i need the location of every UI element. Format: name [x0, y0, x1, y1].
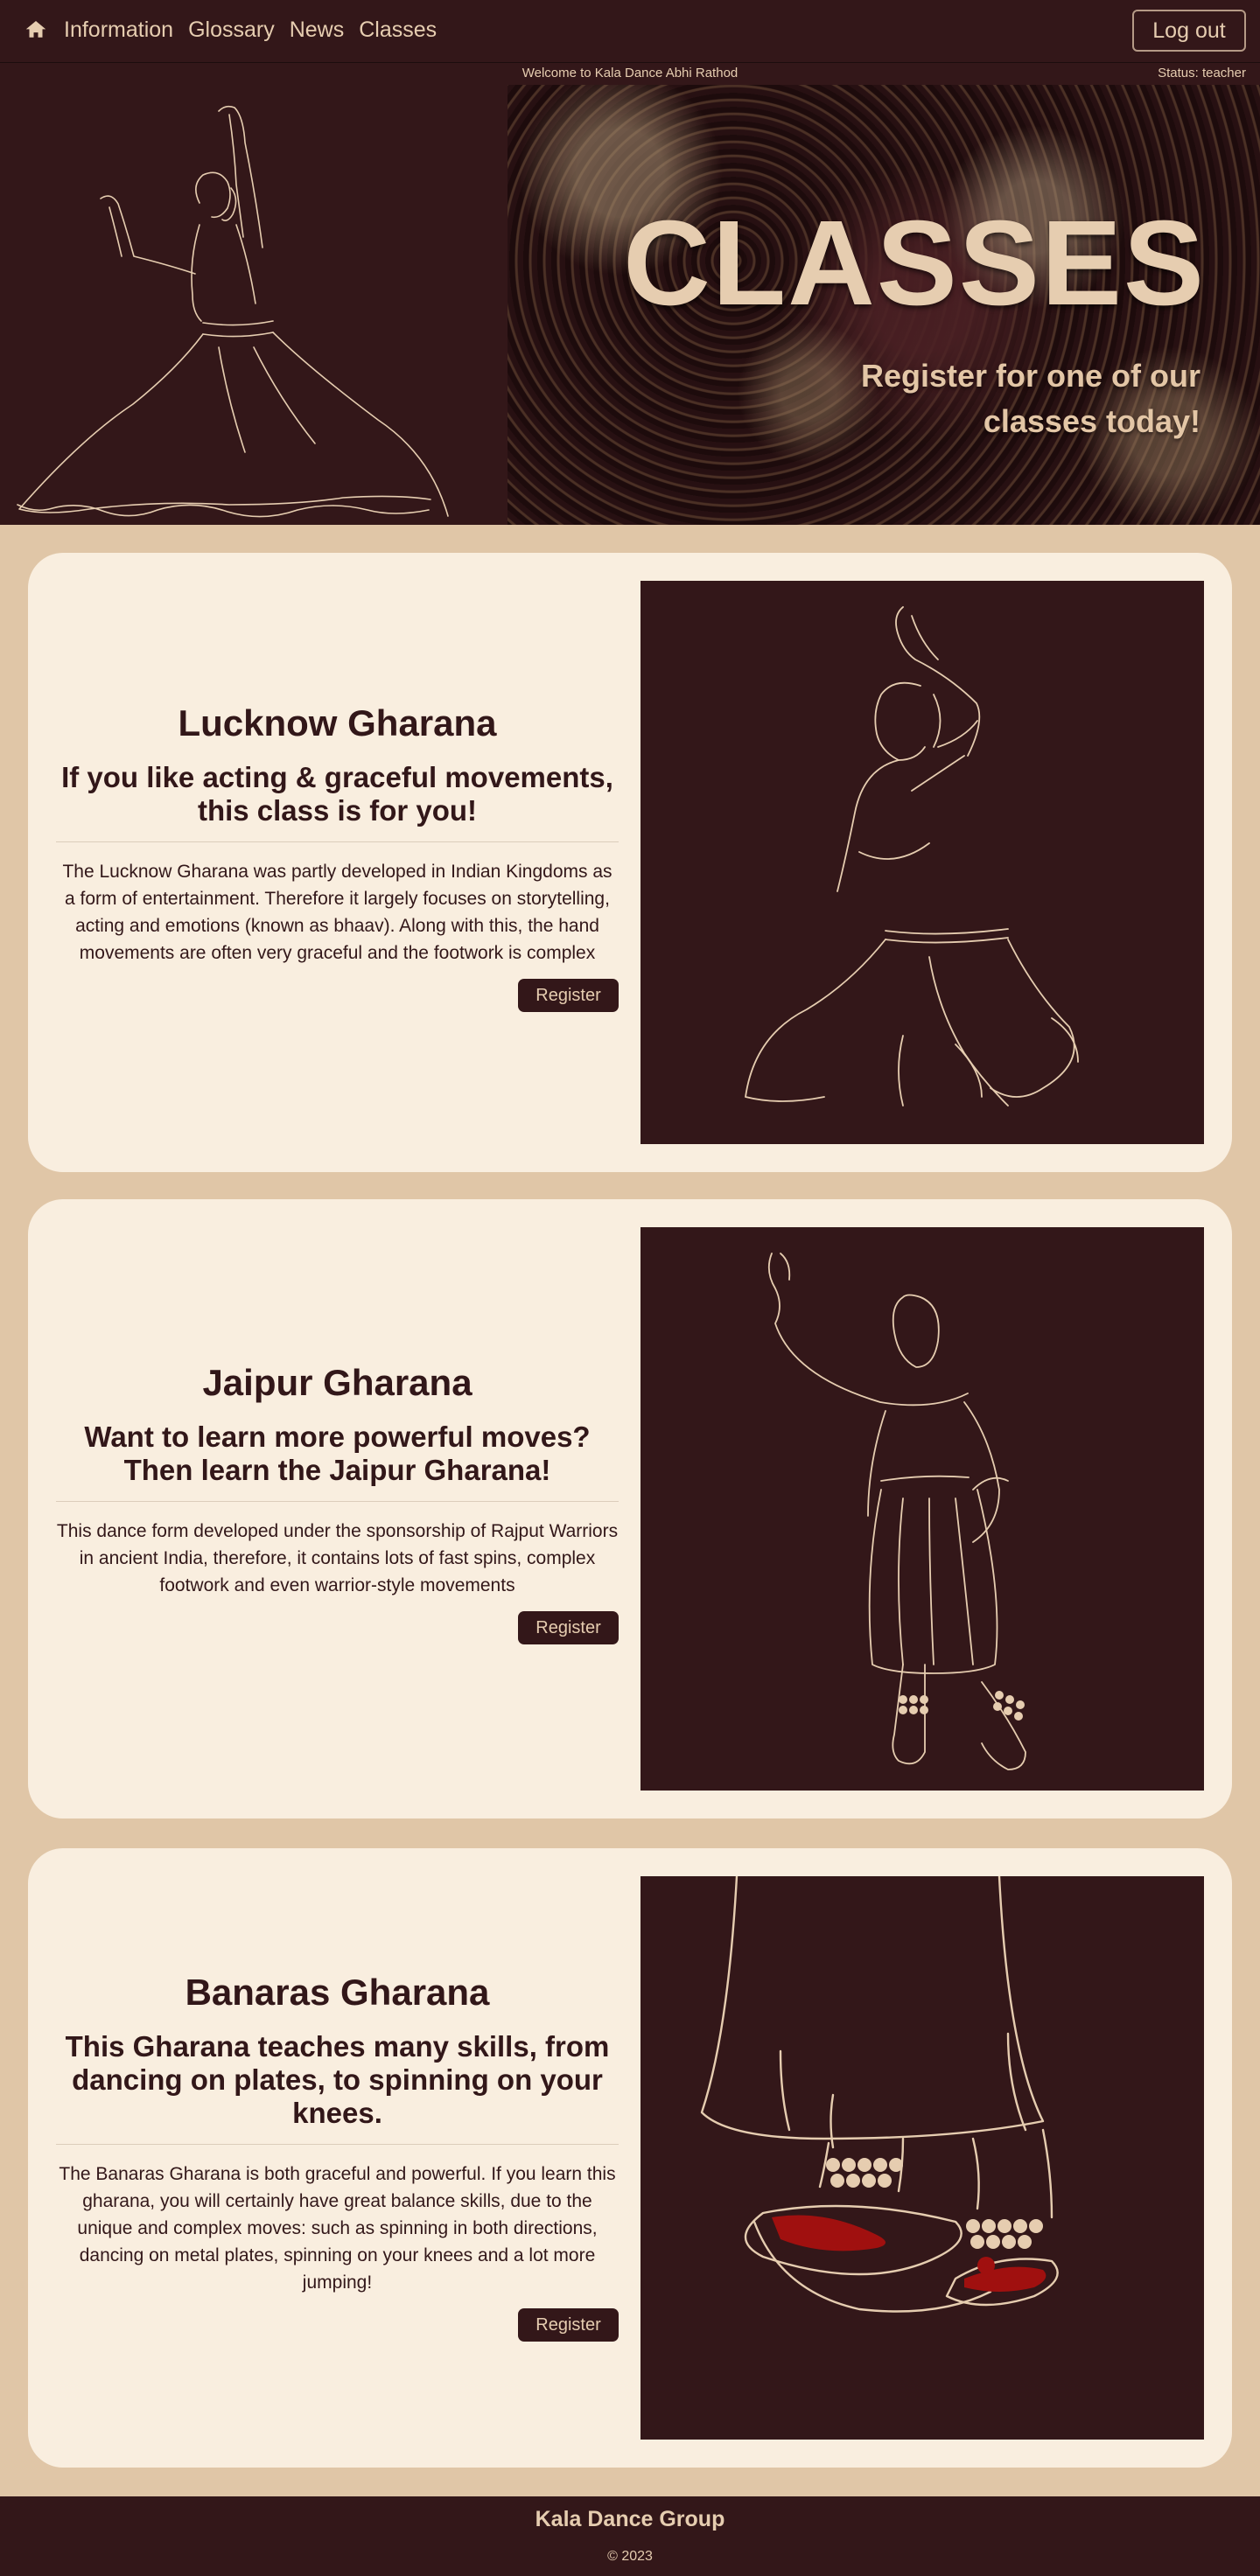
- nav-link-classes[interactable]: Classes: [359, 16, 437, 44]
- register-button[interactable]: Register: [518, 979, 619, 1012]
- class-tagline: Want to learn more powerful moves? Then …: [84, 1421, 591, 1486]
- class-card-banaras: Banaras Gharana This Gharana teaches man…: [28, 1848, 1232, 2468]
- home-icon[interactable]: [23, 17, 49, 43]
- divider: [56, 1501, 619, 1502]
- nav-link-information[interactable]: Information: [64, 16, 173, 44]
- banaras-plate-dancer-illustration: [640, 1876, 1204, 2440]
- hero-subtitle: Register for one of our classes today!: [860, 358, 1200, 439]
- class-tagline: This Gharana teaches many skills, from d…: [65, 2030, 610, 2129]
- divider: [56, 2144, 619, 2145]
- divider: [56, 841, 619, 842]
- footer: Kala Dance Group © 2023: [0, 2496, 1260, 2576]
- class-card-lucknow: Lucknow Gharana If you like acting & gra…: [28, 553, 1232, 1172]
- lucknow-dancer-illustration: [640, 581, 1204, 1144]
- logout-button[interactable]: Log out: [1132, 10, 1246, 52]
- user-status: Status: teacher: [1158, 66, 1246, 80]
- class-description: The Lucknow Gharana was partly developed…: [62, 862, 612, 963]
- page-title: CLASSES: [623, 196, 1206, 331]
- class-title: Banaras Gharana: [185, 1972, 490, 2013]
- top-navbar: Information Glossary News Classes Log ou…: [0, 0, 1260, 63]
- footer-copyright: © 2023: [607, 2549, 653, 2564]
- nav-links: Information Glossary News Classes: [64, 16, 437, 44]
- class-description: The Banaras Gharana is both graceful and…: [59, 2164, 616, 2293]
- class-title: Jaipur Gharana: [202, 1362, 472, 1403]
- class-tagline: If you like acting & graceful movements,…: [61, 761, 613, 827]
- welcome-message: Welcome to Kala Dance Abhi Rathod: [522, 66, 738, 80]
- class-title: Lucknow Gharana: [178, 702, 497, 743]
- hero-dancer-illustration: [0, 85, 508, 525]
- hero-banner: CLASSES Register for one of our classes …: [0, 85, 1260, 525]
- footer-brand: Kala Dance Group: [535, 2507, 725, 2531]
- jaipur-dancer-illustration: [640, 1227, 1204, 1791]
- nav-link-news[interactable]: News: [290, 16, 345, 44]
- nav-link-glossary[interactable]: Glossary: [188, 16, 275, 44]
- status-strip: Welcome to Kala Dance Abhi Rathod Status…: [0, 63, 1260, 85]
- class-description: This dance form developed under the spon…: [56, 1521, 619, 1595]
- class-card-jaipur: Jaipur Gharana Want to learn more powerf…: [28, 1199, 1232, 1819]
- register-button[interactable]: Register: [518, 1611, 619, 1644]
- register-button[interactable]: Register: [518, 2308, 619, 2342]
